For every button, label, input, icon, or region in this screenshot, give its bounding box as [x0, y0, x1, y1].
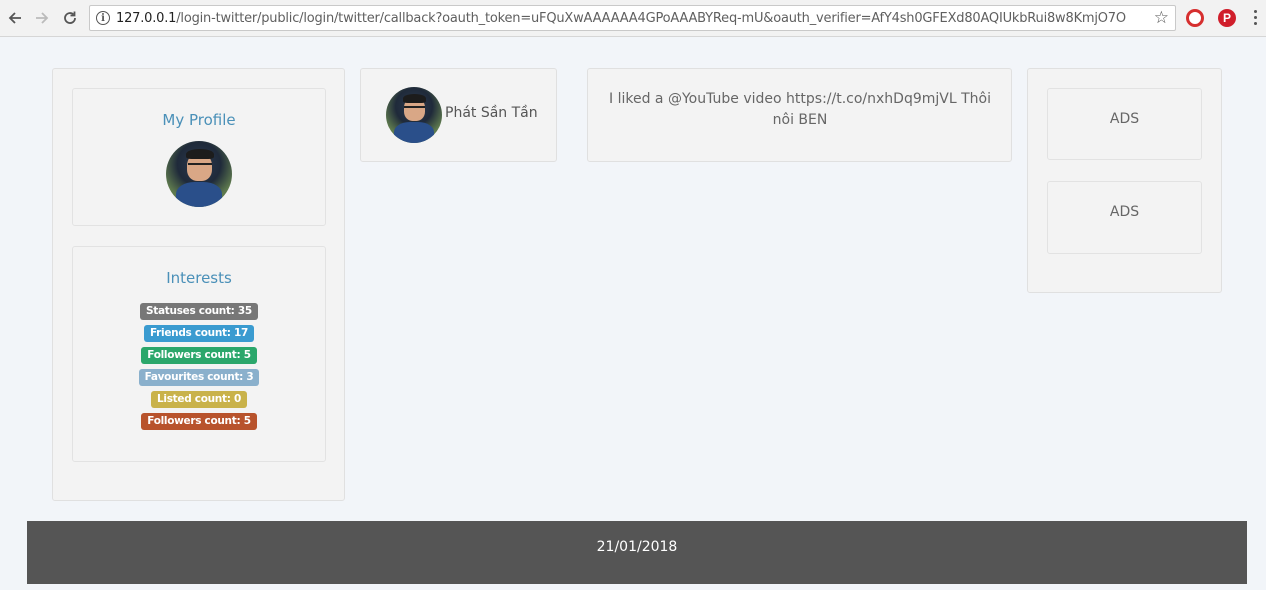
url-host: 127.0.0.1	[116, 11, 177, 26]
opera-extension-icon[interactable]	[1186, 9, 1204, 27]
url-text[interactable]: 127.0.0.1/login-twitter/public/login/twi…	[116, 11, 1126, 26]
profile-avatar[interactable]	[166, 141, 232, 207]
left-column-panel: My Profile Interests Statuses count: 35 …	[52, 68, 345, 501]
ad-label-1: ADS	[1109, 111, 1140, 127]
tweet-card: I liked a @YouTube video https://t.co/nx…	[587, 68, 1012, 162]
badge-followers-count-2: Followers count: 5	[141, 413, 257, 430]
ad-slot-2[interactable]: ADS	[1047, 181, 1202, 254]
footer: 21/01/2018	[27, 521, 1247, 584]
interests-card: Interests Statuses count: 35 Friends cou…	[72, 246, 326, 462]
profile-card: My Profile	[72, 88, 326, 226]
badge-favourites-count: Favourites count: 3	[138, 369, 260, 386]
badge-friends-count: Friends count: 17	[143, 325, 255, 342]
user-avatar[interactable]	[386, 87, 442, 143]
address-bar[interactable]: i 127.0.0.1/login-twitter/public/login/t…	[89, 5, 1176, 31]
user-card: Phát Sần Tần	[360, 68, 557, 162]
forward-arrow-icon[interactable]	[32, 8, 52, 28]
reload-icon[interactable]	[60, 8, 80, 28]
browser-toolbar: i 127.0.0.1/login-twitter/public/login/t…	[0, 0, 1266, 37]
ad-slot-1[interactable]: ADS	[1047, 88, 1202, 160]
badge-followers-count: Followers count: 5	[141, 347, 257, 364]
footer-date: 21/01/2018	[596, 539, 678, 555]
interests-badges: Statuses count: 35 Friends count: 17 Fol…	[73, 303, 325, 435]
menu-dots-icon[interactable]	[1254, 10, 1258, 28]
url-path: /login-twitter/public/login/twitter/call…	[176, 11, 1126, 26]
info-icon[interactable]: i	[96, 11, 110, 25]
bookmark-star-icon[interactable]: ☆	[1154, 9, 1169, 27]
badge-statuses-count: Statuses count: 35	[140, 303, 258, 320]
back-arrow-icon[interactable]	[5, 8, 25, 28]
profile-title: My Profile	[162, 111, 236, 129]
tweet-text: I liked a @YouTube video https://t.co/nx…	[609, 91, 991, 128]
ad-label-2: ADS	[1109, 204, 1140, 220]
pinterest-extension-icon[interactable]: P	[1218, 9, 1236, 27]
ads-column-panel: ADS ADS	[1027, 68, 1222, 293]
interests-title: Interests	[166, 269, 232, 287]
user-name[interactable]: Phát Sần Tần	[445, 105, 538, 121]
badge-listed-count: Listed count: 0	[151, 391, 247, 408]
